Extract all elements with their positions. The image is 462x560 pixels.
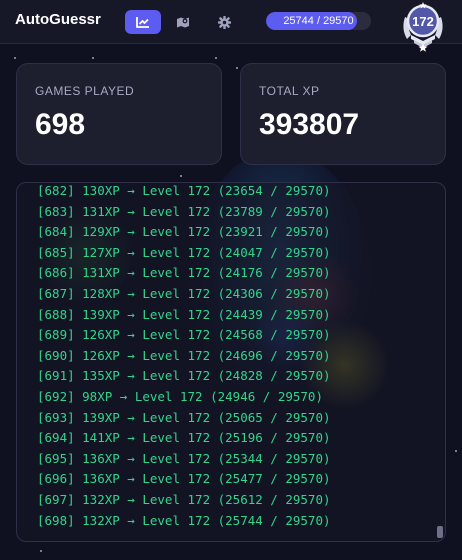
background-star xyxy=(14,57,16,59)
total-xp-label: TOTAL XP xyxy=(259,84,320,98)
xp-log-entry: [690] 126XP → Level 172 (24696 / 29570) xyxy=(37,347,331,363)
background-star xyxy=(236,67,238,69)
level-number: 172 xyxy=(412,14,434,29)
games-played-value: 698 xyxy=(35,108,86,141)
map-icon xyxy=(177,17,189,27)
xp-log-entry: [696] 136XP → Level 172 (25477 / 29570) xyxy=(37,471,331,487)
xp-log-entry: [691] 135XP → Level 172 (24828 / 29570) xyxy=(37,368,331,384)
background-star xyxy=(455,450,457,452)
xp-log-entry: [684] 129XP → Level 172 (23921 / 29570) xyxy=(37,224,331,240)
resize-handle[interactable] xyxy=(437,526,443,538)
stats-tab-button[interactable] xyxy=(125,10,161,34)
xp-log-entry: [694] 141XP → Level 172 (25196 / 29570) xyxy=(37,430,331,446)
xp-log-entry: [683] 131XP → Level 172 (23789 / 29570) xyxy=(37,203,331,219)
xp-progress-bar: 25744 / 29570 xyxy=(266,12,371,30)
xp-log-entry: [692] 98XP → Level 172 (24946 / 29570) xyxy=(37,388,323,404)
xp-log-list: [682] 130XP → Level 172 (23654 / 29570) [… xyxy=(37,183,331,531)
xp-log-entry: [685] 127XP → Level 172 (24047 / 29570) xyxy=(37,244,331,260)
xp-log-entry: [698] 132XP → Level 172 (25744 / 29570) xyxy=(37,512,331,528)
games-played-card: GAMES PLAYED 698 xyxy=(16,63,222,165)
total-xp-card: TOTAL XP 393807 xyxy=(240,63,446,165)
background-star xyxy=(40,550,42,552)
app-title: AutoGuessr xyxy=(15,11,101,28)
background-star xyxy=(180,175,182,177)
top-navigation-bar: AutoGuessr 25744 / 29570 172 xyxy=(0,0,462,52)
xp-log-entry: [682] 130XP → Level 172 (23654 / 29570) xyxy=(37,183,331,198)
xp-log-entry: [688] 139XP → Level 172 (24439 / 29570) xyxy=(37,306,331,322)
xp-log-entry: [686] 131XP → Level 172 (24176 / 29570) xyxy=(37,265,331,281)
chart-icon xyxy=(136,17,149,28)
xp-progress-label: 25744 / 29570 xyxy=(283,15,354,27)
map-tab-button[interactable] xyxy=(165,10,201,34)
background-star xyxy=(92,57,94,59)
xp-log-entry: [689] 126XP → Level 172 (24568 / 29570) xyxy=(37,327,331,343)
background-star xyxy=(215,57,217,59)
xp-log-entry: [687] 128XP → Level 172 (24306 / 29570) xyxy=(37,285,331,301)
total-xp-value: 393807 xyxy=(259,108,360,141)
xp-log-entry: [697] 132XP → Level 172 (25612 / 29570) xyxy=(37,491,331,507)
gear-icon xyxy=(217,15,231,29)
level-badge: 172 xyxy=(397,1,449,53)
xp-log-panel[interactable]: [682] 130XP → Level 172 (23654 / 29570) [… xyxy=(16,182,446,542)
xp-log-entry: [695] 136XP → Level 172 (25344 / 29570) xyxy=(37,450,331,466)
settings-tab-button[interactable] xyxy=(206,10,242,34)
xp-log-entry: [693] 139XP → Level 172 (25065 / 29570) xyxy=(37,409,331,425)
games-played-label: GAMES PLAYED xyxy=(35,84,135,98)
